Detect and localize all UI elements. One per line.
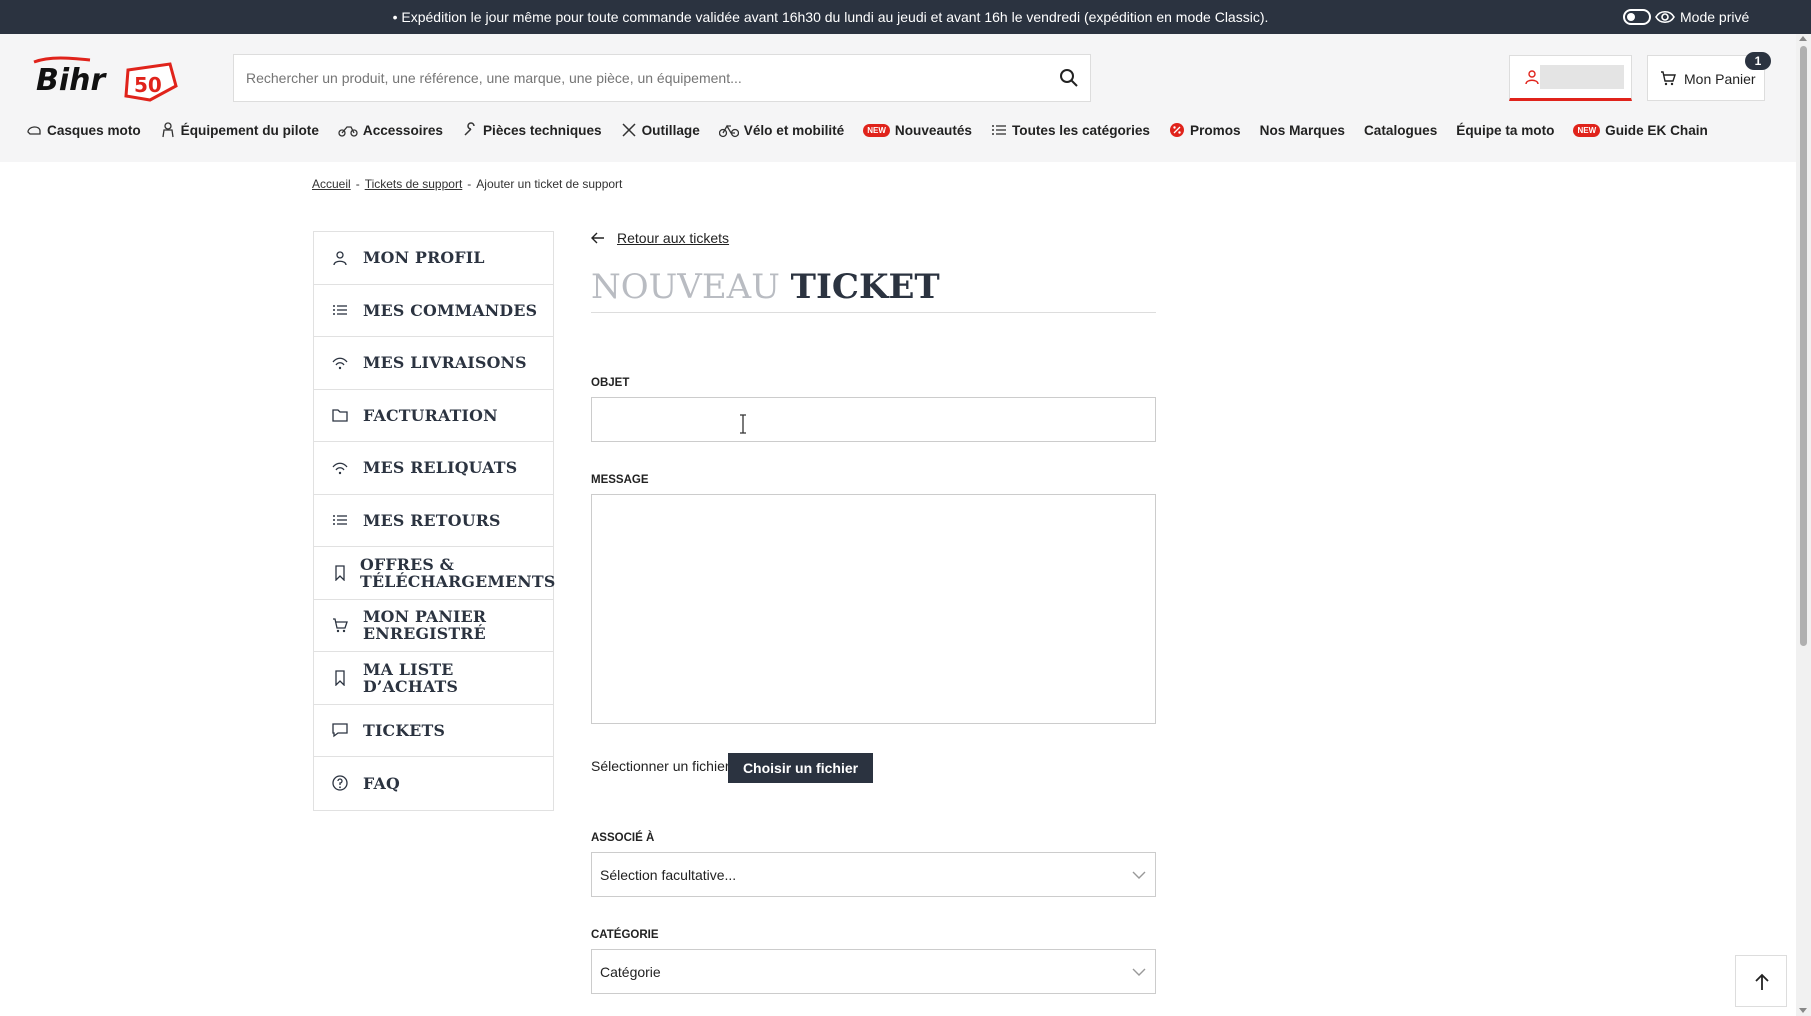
scroll-down-arrow-icon[interactable]: [1799, 1008, 1807, 1013]
tools-icon: [622, 123, 636, 137]
eye-icon: [1655, 10, 1675, 24]
percent-icon: [1170, 123, 1184, 137]
scroll-up-arrow-icon[interactable]: [1799, 36, 1807, 41]
bihr-logo-icon[interactable]: Bihr 50: [30, 56, 180, 106]
nav-item-toutes-categories[interactable]: Toutes les catégories: [991, 118, 1150, 142]
nav-item-velo-mobilite[interactable]: Vélo et mobilité: [718, 118, 844, 142]
categorie-label: CATÉGORIE: [591, 929, 659, 941]
list-icon: [333, 515, 347, 526]
user-icon: [1525, 70, 1539, 85]
sidebar-item-mon-profil[interactable]: MON PROFIL: [314, 232, 553, 285]
breadcrumb-home-link[interactable]: Accueil: [312, 177, 351, 191]
bookmark-icon: [335, 670, 345, 686]
sidebar-item-tickets[interactable]: TICKETS: [314, 705, 553, 757]
cart-icon: [1661, 71, 1676, 86]
associe-select[interactable]: Sélection facultative...: [591, 852, 1156, 897]
message-textarea[interactable]: [591, 494, 1156, 724]
bicycle-icon: [718, 124, 739, 138]
cart-count-badge: 1: [1745, 52, 1771, 70]
nav-item-pieces-techniques[interactable]: Pièces techniques: [462, 118, 602, 142]
private-mode-label[interactable]: Mode privé: [1680, 9, 1749, 25]
arrow-up-icon: [1755, 973, 1769, 990]
breadcrumb: Accueil - Tickets de support - Ajouter un ti…: [312, 177, 623, 191]
objet-label: OBJET: [591, 377, 630, 389]
sidebar-item-mes-livraisons[interactable]: MES LIVRAISONS: [314, 337, 553, 390]
nav-item-outillage[interactable]: Outillage: [621, 118, 700, 142]
file-select-label: Sélectionner un fichier: [591, 758, 730, 774]
sidebar-item-ma-liste-achats[interactable]: MA LISTE D’ACHATS: [314, 652, 553, 705]
wrench-icon: [464, 122, 475, 136]
sidebar-item-faq[interactable]: FAQ: [314, 757, 553, 810]
account-sidebar: MON PROFIL MES COMMANDES MES LIVRAISONS …: [313, 231, 555, 811]
search-input[interactable]: [234, 55, 1034, 101]
categorie-select[interactable]: Catégorie: [591, 949, 1156, 994]
arrow-left-icon: [591, 232, 604, 244]
rider-icon: [162, 122, 174, 138]
nav-item-guide-ek-chain[interactable]: NEW Guide EK Chain: [1573, 118, 1708, 142]
account-name-redacted: [1540, 65, 1624, 89]
objet-input[interactable]: [591, 397, 1156, 442]
sidebar-item-offres-telechargements[interactable]: OFFRES & TÉLÉCHARGEMENTS: [314, 547, 555, 600]
private-mode-toggle[interactable]: [1623, 9, 1651, 25]
nav-item-casques-moto[interactable]: Casques moto: [26, 118, 141, 142]
scrollbar-thumb[interactable]: [1800, 46, 1807, 646]
new-badge: NEW: [1573, 123, 1601, 137]
title-divider: [591, 312, 1156, 313]
nav-item-equipe-ta-moto[interactable]: Équipe ta moto: [1456, 118, 1554, 142]
nav-item-accessoires[interactable]: Accessoires: [338, 118, 443, 142]
nav-item-promos[interactable]: Promos: [1169, 118, 1241, 142]
new-badge: NEW: [863, 123, 890, 137]
associe-label: ASSOCIÉ À: [591, 832, 655, 844]
signal-icon: [332, 357, 348, 369]
announcement-text: • Expédition le jour même pour toute com…: [392, 9, 1269, 25]
sidebar-item-facturation[interactable]: FACTURATION: [314, 390, 553, 442]
motorbike-icon: [338, 126, 358, 137]
svg-text:50: 50: [134, 73, 162, 97]
chat-icon: [332, 723, 348, 738]
back-link[interactable]: Retour aux tickets: [591, 230, 729, 246]
folder-icon: [332, 409, 348, 422]
scroll-to-top-button[interactable]: [1735, 955, 1787, 1007]
list-icon: [991, 125, 1006, 135]
list-icon: [333, 305, 347, 316]
nav-item-catalogues[interactable]: Catalogues: [1364, 118, 1437, 142]
chevron-down-icon: [1132, 871, 1146, 879]
categorie-selected-value: Catégorie: [600, 964, 661, 980]
choose-file-button[interactable]: Choisir un fichier: [728, 753, 873, 783]
cart-icon: [333, 618, 348, 633]
chevron-down-icon: [1132, 968, 1146, 976]
nav-item-equipement-pilote[interactable]: Équipement du pilote: [160, 118, 319, 142]
search-bar: [233, 54, 1091, 102]
help-icon: [332, 775, 348, 791]
user-icon: [333, 251, 347, 265]
page-title: NOUVEAU TICKET: [591, 267, 940, 307]
associe-selected-value: Sélection facultative...: [600, 867, 737, 883]
cart-label: Mon Panier: [1684, 71, 1756, 87]
back-to-tickets-link[interactable]: Retour aux tickets: [617, 230, 729, 246]
account-button[interactable]: [1509, 55, 1632, 101]
sidebar-item-mes-retours[interactable]: MES RETOURS: [314, 495, 553, 547]
sidebar-item-mes-commandes[interactable]: MES COMMANDES: [314, 285, 553, 337]
page-scrollbar[interactable]: [1796, 34, 1811, 1016]
sidebar-item-mon-panier-enregistre[interactable]: MON PANIER ENREGISTRÉ: [314, 600, 553, 652]
search-icon[interactable]: [1058, 67, 1080, 89]
bookmark-icon: [335, 565, 345, 581]
site-header: Bihr 50 Mon Panier 1 Casques moto: [0, 34, 1796, 162]
breadcrumb-current: Ajouter un ticket de support: [476, 177, 623, 191]
main-navigation: Casques moto Équipement du pilote Access…: [26, 118, 1727, 142]
helmet-icon: [27, 126, 41, 135]
sidebar-item-mes-reliquats[interactable]: MES RELIQUATS: [314, 442, 553, 495]
svg-text:Bihr: Bihr: [36, 63, 108, 98]
breadcrumb-tickets-link[interactable]: Tickets de support: [365, 177, 463, 191]
message-label: MESSAGE: [591, 474, 649, 486]
nav-item-nos-marques[interactable]: Nos Marques: [1260, 118, 1345, 142]
text-cursor-icon: [740, 414, 746, 434]
announcement-bar: • Expédition le jour même pour toute com…: [0, 0, 1811, 34]
signal-icon: [332, 462, 348, 474]
nav-item-nouveautes[interactable]: NEW Nouveautés: [863, 118, 972, 142]
